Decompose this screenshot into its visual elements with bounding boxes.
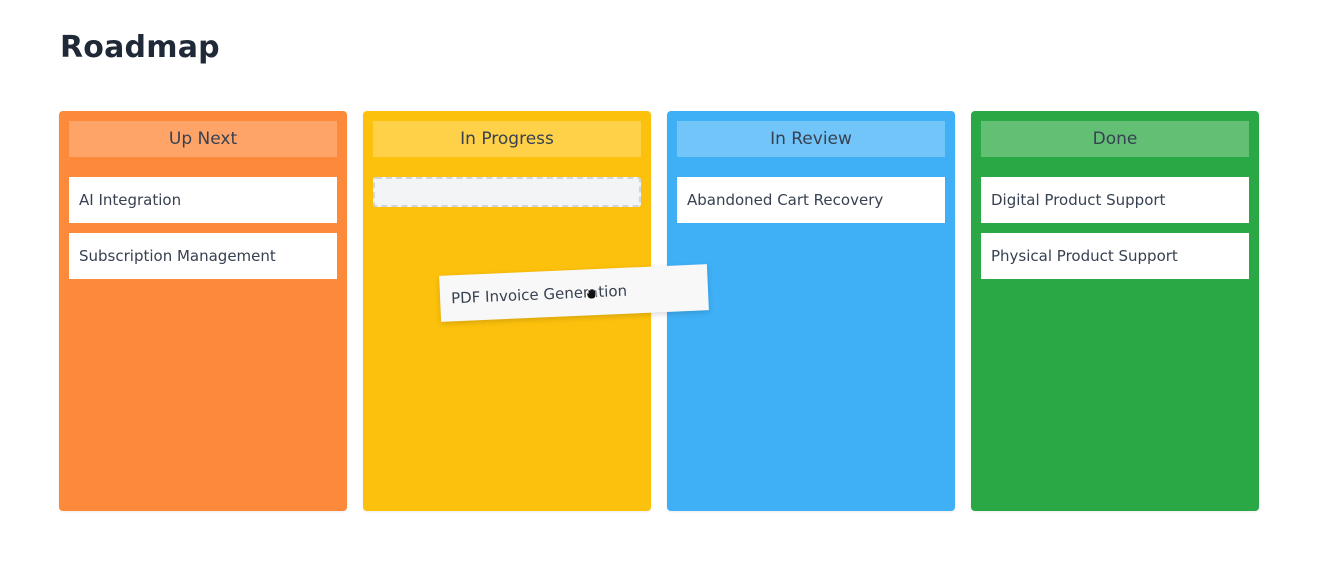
card-subscription-management[interactable]: Subscription Management: [69, 233, 337, 279]
card-ai-integration[interactable]: AI Integration: [69, 177, 337, 223]
column-in-review[interactable]: In Review Abandoned Cart Recovery: [667, 111, 955, 511]
column-header-done: Done: [981, 121, 1249, 157]
card-abandoned-cart-recovery[interactable]: Abandoned Cart Recovery: [677, 177, 945, 223]
grab-hand-icon: [586, 288, 597, 300]
drop-placeholder[interactable]: [373, 177, 641, 207]
roadmap-page: Roadmap Up Next AI Integration Subscript…: [0, 0, 1318, 581]
column-header-up-next: Up Next: [69, 121, 337, 157]
column-header-in-progress: In Progress: [373, 121, 641, 157]
column-header-in-review: In Review: [677, 121, 945, 157]
card-physical-product-support[interactable]: Physical Product Support: [981, 233, 1249, 279]
page-title: Roadmap: [60, 30, 220, 65]
column-done[interactable]: Done Digital Product Support Physical Pr…: [971, 111, 1259, 511]
column-up-next[interactable]: Up Next AI Integration Subscription Mana…: [59, 111, 347, 511]
card-digital-product-support[interactable]: Digital Product Support: [981, 177, 1249, 223]
